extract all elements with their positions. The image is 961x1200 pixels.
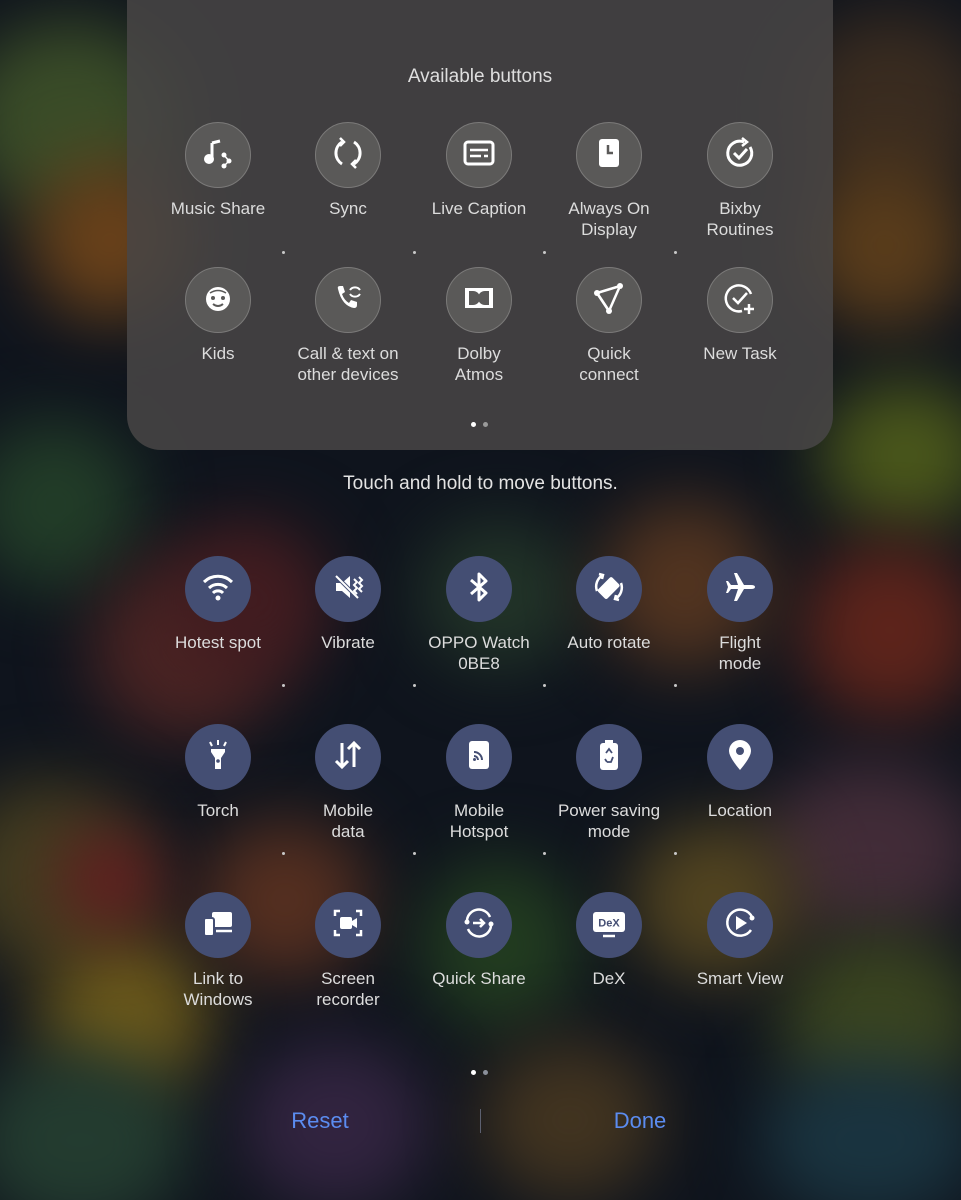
tile-label: Sync (329, 199, 367, 218)
tile-vibrate[interactable]: Vibrate (283, 556, 413, 653)
tile-screen-recorder[interactable]: Screen recorder (283, 892, 413, 1010)
link-to-windows-icon (198, 903, 238, 948)
location-icon (720, 735, 760, 780)
dex-badge: DeX (598, 917, 620, 929)
bluetooth-icon (459, 567, 499, 612)
available-buttons-title: Available buttons (407, 66, 553, 87)
separator-dot (282, 852, 285, 855)
tile-label: Quick Share (432, 969, 526, 988)
tile-mobile-data[interactable]: Mobile data (283, 724, 413, 842)
tile-quick-share[interactable]: Quick Share (414, 892, 544, 989)
separator-dot (543, 251, 546, 254)
quick-connect-icon (589, 278, 629, 323)
music-share-icon (198, 133, 238, 178)
move-buttons-hint: Touch and hold to move buttons. (343, 473, 618, 494)
tile-label: Kids (201, 344, 235, 363)
tile-label: Call & text on other devices (297, 344, 399, 384)
tile-label: Music Share (170, 199, 266, 218)
separator-dot (674, 251, 677, 254)
new-task-icon (720, 278, 760, 323)
screen-recorder-icon (328, 903, 368, 948)
quick-share-icon (459, 903, 499, 948)
separator-dot (413, 251, 416, 254)
tile-power-saving[interactable]: Power saving mode (544, 724, 674, 842)
tile-label: Power saving mode (557, 801, 661, 841)
tile-new-task[interactable]: New Task (675, 267, 805, 364)
tile-link-to-windows[interactable]: Link to Windows (153, 892, 283, 1010)
tile-location[interactable]: Location (675, 724, 805, 821)
tile-label: Screen recorder (316, 969, 380, 1009)
tile-mobile-hotspot[interactable]: Mobile Hotspot (414, 724, 544, 842)
sync-icon (328, 133, 368, 178)
tile-label: Hotest spot (175, 633, 261, 652)
kids-icon (198, 278, 238, 323)
tile-label: Live Caption (431, 199, 527, 218)
tile-flight-mode[interactable]: Flight mode (675, 556, 805, 674)
pager-dot-active[interactable] (471, 1070, 476, 1075)
tile-label: Auto rotate (567, 633, 651, 652)
tile-live-caption[interactable]: Live Caption (414, 122, 544, 219)
tile-label: Always On Display (568, 199, 650, 239)
wifi-icon (198, 567, 238, 612)
tile-label: Flight mode (718, 633, 762, 673)
tile-music-share[interactable]: Music Share (153, 122, 283, 219)
separator-dot (282, 251, 285, 254)
tile-bixby-routines[interactable]: Bixby Routines (675, 122, 805, 240)
tile-dolby-atmos[interactable]: Dolby Atmos (414, 267, 544, 385)
pager-dot[interactable] (483, 1070, 488, 1075)
tile-label: Vibrate (321, 633, 375, 652)
tile-label: DeX (592, 969, 626, 988)
separator-dot (543, 852, 546, 855)
mobile-hotspot-icon (459, 735, 499, 780)
tile-torch[interactable]: Torch (153, 724, 283, 821)
tile-sync[interactable]: Sync (283, 122, 413, 219)
pager-dot-active[interactable] (471, 422, 476, 427)
bixby-routines-icon (720, 133, 760, 178)
tile-bluetooth[interactable]: OPPO Watch 0BE8 (414, 556, 544, 674)
tile-label: Link to Windows (183, 969, 253, 1009)
separator-dot (413, 684, 416, 687)
always-on-display-icon (589, 133, 629, 178)
dolby-atmos-icon (459, 278, 499, 323)
tile-label: Smart View (696, 969, 784, 988)
call-text-icon (328, 278, 368, 323)
airplane-icon (720, 567, 760, 612)
separator-dot (413, 852, 416, 855)
separator-dot (282, 684, 285, 687)
tile-kids[interactable]: Kids (153, 267, 283, 364)
auto-rotate-icon (589, 567, 629, 612)
done-button[interactable]: Done (540, 1108, 740, 1134)
tile-dex[interactable]: DeX DeX (544, 892, 674, 989)
live-caption-icon (459, 133, 499, 178)
dex-icon: DeX (589, 903, 629, 948)
tile-quick-connect[interactable]: Quick connect (544, 267, 674, 385)
tile-label: Torch (197, 801, 239, 820)
torch-icon (198, 735, 238, 780)
tile-label: Bixby Routines (706, 199, 774, 239)
tile-auto-rotate[interactable]: Auto rotate (544, 556, 674, 653)
tile-always-on-display[interactable]: Always On Display (544, 122, 674, 240)
tile-label: OPPO Watch 0BE8 (428, 633, 530, 673)
reset-button[interactable]: Reset (220, 1108, 420, 1134)
tile-label: Quick connect (579, 344, 639, 384)
tile-label: Dolby Atmos (454, 344, 504, 384)
tile-call-text[interactable]: Call & text on other devices (283, 267, 413, 385)
tile-label: Mobile Hotspot (449, 801, 509, 841)
mobile-data-icon (328, 735, 368, 780)
separator-dot (674, 684, 677, 687)
smart-view-icon (720, 903, 760, 948)
tile-hotspot-wifi[interactable]: Hotest spot (153, 556, 283, 653)
separator-dot (674, 852, 677, 855)
tile-label: Mobile data (322, 801, 374, 841)
vibrate-icon (328, 567, 368, 612)
tile-label: Location (707, 801, 773, 820)
power-saving-icon (589, 735, 629, 780)
separator-dot (543, 684, 546, 687)
tile-label: New Task (703, 344, 777, 363)
pager-dot[interactable] (483, 422, 488, 427)
tile-smart-view[interactable]: Smart View (675, 892, 805, 989)
button-divider (480, 1109, 481, 1133)
